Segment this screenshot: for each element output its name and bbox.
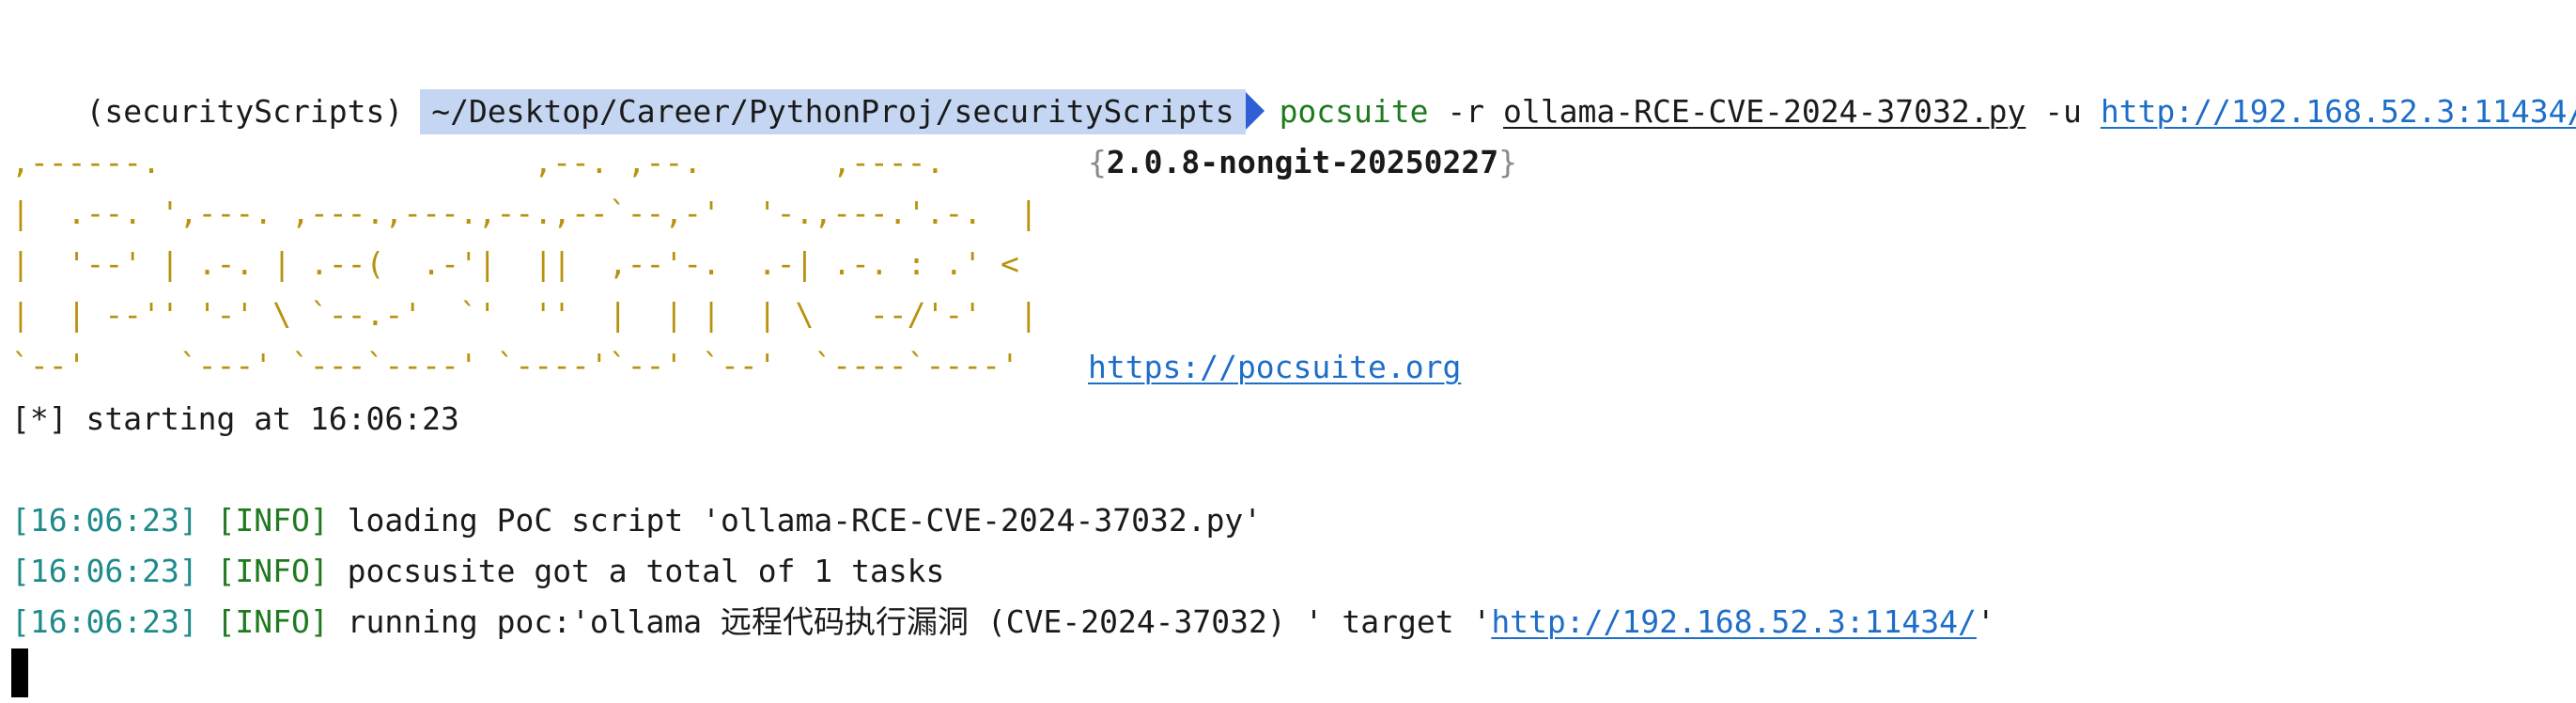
log-message: pocsusite got a total of 1 tasks xyxy=(347,553,945,589)
flag-r: -r xyxy=(1447,93,1485,130)
version-close-brace: } xyxy=(1498,144,1517,180)
banner-row: ,------. ,--. ,--. ,----. xyxy=(11,144,945,180)
log-timestamp: [16:06:23] xyxy=(11,603,198,640)
flag-u: -u xyxy=(2044,93,2082,130)
website-link[interactable]: https://pocsuite.org xyxy=(1088,349,1461,385)
log-level: [INFO] xyxy=(216,553,329,589)
banner-row: | | --'' '-' \ `--.-' `' '' | | | | \ --… xyxy=(11,296,1038,333)
log-message: running poc:'ollama 远程代码执行漏洞 (CVE-2024-3… xyxy=(347,603,1492,640)
command-name: pocsuite xyxy=(1279,93,1429,130)
banner-row: | '--' | .-. | .--( .-'| || ,--'-. .-| .… xyxy=(11,245,1019,282)
banner-row: | .--. ',---. ,---.,---.,--.,--`--,-' '-… xyxy=(11,195,1038,231)
text-cursor xyxy=(11,648,28,697)
log-line: [16:06:23] [INFO] running poc:'ollama 远程… xyxy=(11,597,1995,648)
cwd-path-segment: ~/Desktop/Career/PythonProj/securityScri… xyxy=(420,89,1246,134)
log-line: [16:06:23] [INFO] pocsusite got a total … xyxy=(11,546,944,597)
banner-row: `--' `---' `---`----' `----'`--' `--' `-… xyxy=(11,347,1019,383)
log-suffix: ' xyxy=(1976,603,1995,640)
version-label: {2.0.8-nongit-20250227} xyxy=(1088,137,1517,188)
version-open-brace: { xyxy=(1088,144,1107,180)
terminal-window[interactable]: (securityScripts) ~/Desktop/Career/Python… xyxy=(0,0,2576,703)
website-line: https://pocsuite.org xyxy=(1088,342,1461,393)
prompt-line: (securityScripts) ~/Desktop/Career/Python… xyxy=(11,36,2576,134)
target-url-link[interactable]: http://192.168.52.3:11434/ xyxy=(2101,93,2576,130)
log-target-link[interactable]: http://192.168.52.3:11434/ xyxy=(1491,603,1977,640)
log-line: [16:06:23] [INFO] loading PoC script 'ol… xyxy=(11,495,1262,546)
log-timestamp: [16:06:23] xyxy=(11,553,198,589)
pocsuite-ascii-banner: ,------. ,--. ,--. ,----. | .--. ',---. … xyxy=(11,137,1054,391)
prompt-arrow-icon xyxy=(1245,91,1265,130)
version-number: 2.0.8-nongit-20250227 xyxy=(1106,144,1499,180)
virtualenv-label: (securityScripts) xyxy=(85,93,404,130)
log-level: [INFO] xyxy=(216,502,329,539)
log-level: [INFO] xyxy=(216,603,329,640)
log-message: loading PoC script 'ollama-RCE-CVE-2024-… xyxy=(347,502,1263,539)
log-timestamp: [16:06:23] xyxy=(11,502,198,539)
script-file-arg[interactable]: ollama-RCE-CVE-2024-37032.py xyxy=(1503,93,2025,130)
starting-line: [*] starting at 16:06:23 xyxy=(11,400,459,437)
